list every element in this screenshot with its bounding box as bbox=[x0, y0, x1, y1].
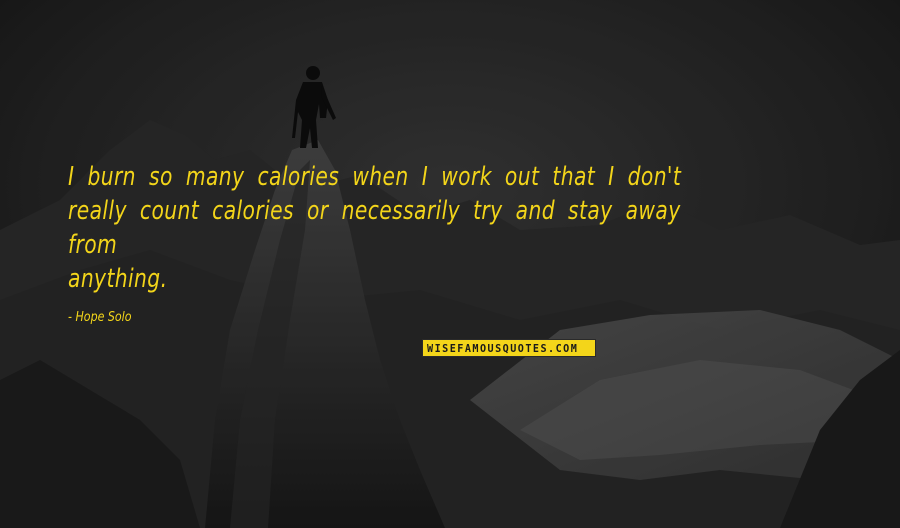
watermark-text: WISEFAMOUSQUOTES.COM bbox=[427, 341, 579, 355]
quote-line-1: I burn so many calories when I work out … bbox=[68, 162, 682, 192]
quote-line-2: really count calories or necessarily try… bbox=[68, 196, 681, 260]
quote-text: I burn so many calories when I work out … bbox=[68, 160, 692, 296]
quote-line-3: anything. bbox=[68, 264, 168, 294]
quote-author: - Hope Solo bbox=[68, 310, 132, 325]
quote-image: I burn so many calories when I work out … bbox=[0, 0, 900, 528]
site-watermark: WISEFAMOUSQUOTES.COM bbox=[422, 339, 597, 357]
